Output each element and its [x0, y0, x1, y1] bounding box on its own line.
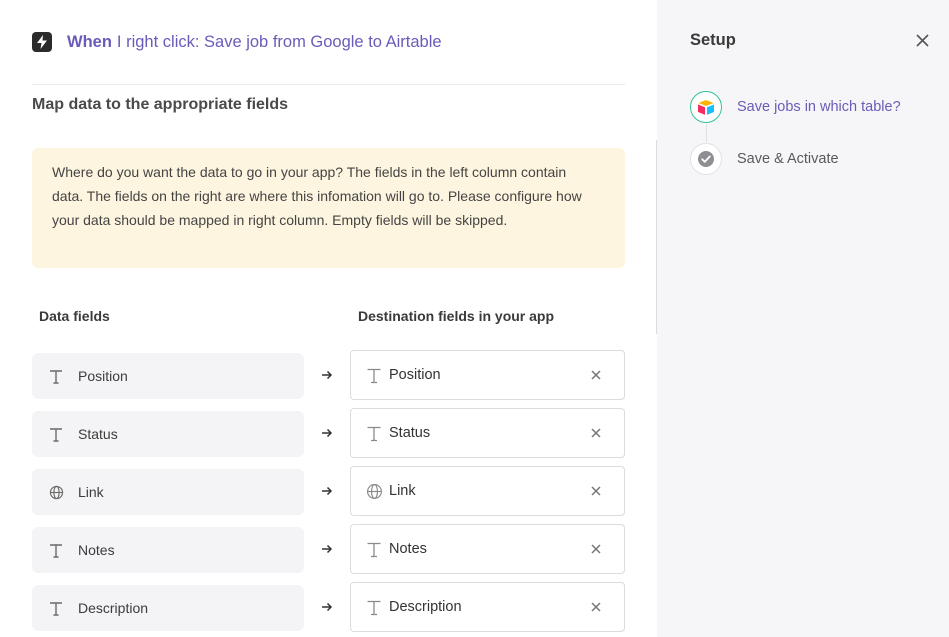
lightning-icon — [32, 32, 52, 52]
airtable-logo-icon — [690, 91, 722, 123]
clear-field-close-icon[interactable] — [588, 425, 604, 441]
destination-field[interactable]: Description — [350, 582, 625, 632]
destination-field-label: Notes — [389, 541, 427, 557]
trigger-header: When I right click: Save job from Google … — [32, 28, 442, 56]
step-label: Save & Activate — [737, 151, 839, 167]
text-icon — [365, 366, 383, 384]
text-icon — [365, 598, 383, 616]
source-field: Description — [32, 585, 304, 631]
close-icon[interactable] — [913, 31, 931, 49]
trigger-title: When I right click: Save job from Google … — [67, 33, 442, 52]
source-field-label: Status — [78, 426, 118, 442]
source-field: Position — [32, 353, 304, 399]
info-notice: Where do you want the data to go in your… — [32, 148, 625, 268]
divider — [32, 84, 625, 85]
destination-field-label: Position — [389, 367, 441, 383]
section-title: Map data to the appropriate fields — [32, 96, 289, 113]
destination-field[interactable]: Notes — [350, 524, 625, 574]
destination-field[interactable]: Position — [350, 350, 625, 400]
text-icon — [365, 540, 383, 558]
clear-field-close-icon[interactable] — [588, 541, 604, 557]
source-field-label: Description — [78, 600, 149, 616]
source-field: Link — [32, 469, 304, 515]
source-field: Notes — [32, 527, 304, 573]
destination-field[interactable]: Status — [350, 408, 625, 458]
sidebar-title: Setup — [690, 31, 736, 49]
arrow-right-icon — [320, 539, 334, 559]
source-field-label: Link — [78, 484, 104, 500]
step-label: Save jobs in which table? — [737, 99, 901, 115]
destination-field-label: Description — [389, 599, 462, 615]
check-circle-icon — [690, 143, 722, 175]
text-icon — [48, 542, 64, 558]
mapping-panel: When I right click: Save job from Google … — [0, 0, 657, 637]
arrow-right-icon — [320, 597, 334, 617]
text-icon — [48, 600, 64, 616]
globe-icon — [48, 484, 64, 500]
setup-step-activate[interactable]: Save & Activate — [690, 143, 839, 175]
destination-field[interactable]: Link — [350, 466, 625, 516]
text-icon — [365, 424, 383, 442]
destination-field-label: Status — [389, 425, 431, 441]
clear-field-close-icon[interactable] — [588, 599, 604, 615]
text-icon — [48, 368, 64, 384]
globe-icon — [365, 482, 383, 500]
setup-sidebar: Setup Save jobs in which table? Save & A… — [657, 0, 949, 637]
arrow-right-icon — [320, 481, 334, 501]
destination-fields-header: Destination fields in your app — [358, 308, 555, 324]
arrow-right-icon — [320, 423, 334, 443]
source-field: Status — [32, 411, 304, 457]
when-label: When — [67, 32, 112, 51]
clear-field-close-icon[interactable] — [588, 367, 604, 383]
source-field-label: Position — [78, 368, 128, 384]
clear-field-close-icon[interactable] — [588, 483, 604, 499]
trigger-description: I right click: Save job from Google to A… — [116, 32, 442, 51]
step-connector — [706, 124, 707, 142]
setup-step-table[interactable]: Save jobs in which table? — [690, 91, 901, 123]
data-fields-header: Data fields — [39, 308, 110, 324]
destination-field-label: Link — [389, 483, 416, 499]
arrow-right-icon — [320, 365, 334, 385]
text-icon — [48, 426, 64, 442]
source-field-label: Notes — [78, 542, 115, 558]
